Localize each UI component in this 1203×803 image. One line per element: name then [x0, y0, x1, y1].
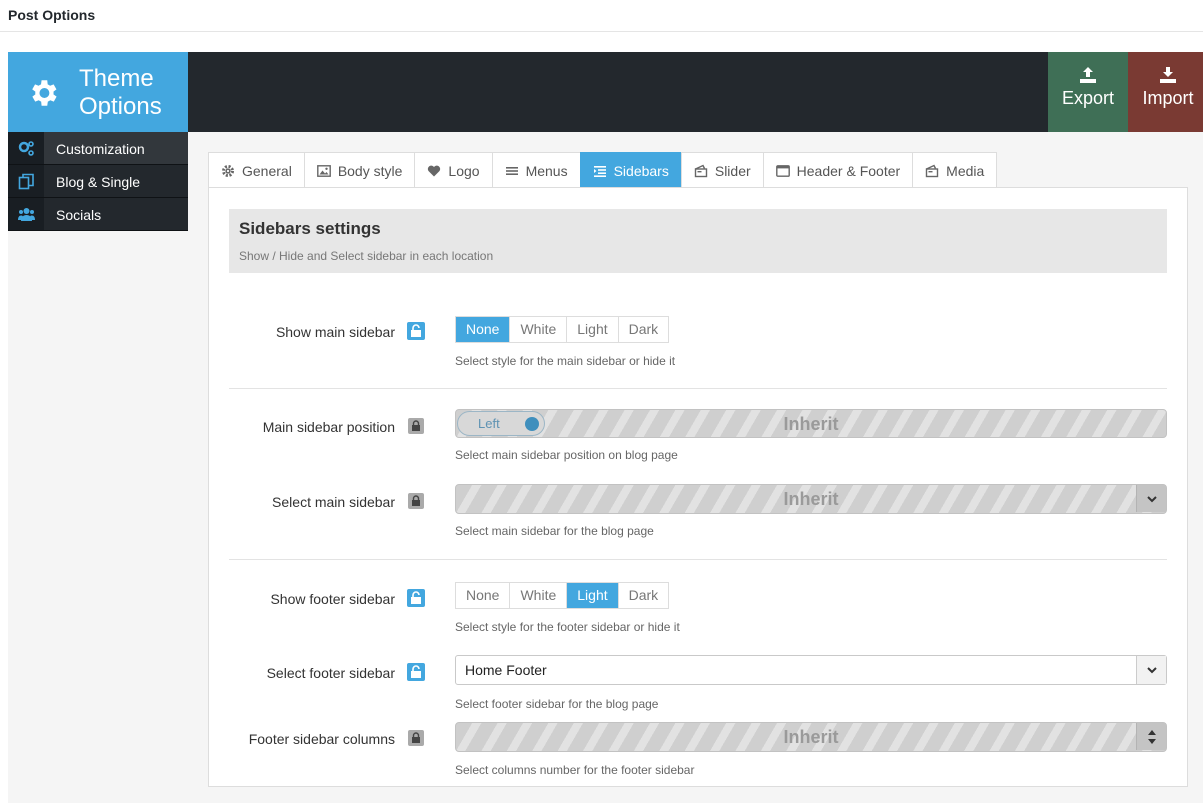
footer-sidebar-select[interactable]: Home Footer	[455, 655, 1167, 685]
brand-name: Theme Options	[79, 65, 162, 120]
main-sidebar-option-dark[interactable]: Dark	[618, 317, 669, 342]
footer-sidebar-option-light[interactable]: Light	[567, 583, 619, 608]
unlock-icon[interactable]	[407, 663, 425, 681]
main-sidebar-style-group: None White Light Dark	[455, 316, 670, 343]
tab-body-style[interactable]: Body style	[303, 152, 416, 188]
footer-sidebar-option-white[interactable]: White	[510, 583, 568, 608]
section-subtitle: Show / Hide and Select sidebar in each l…	[239, 249, 494, 263]
users-icon	[18, 208, 35, 221]
slider-icon	[694, 164, 708, 177]
spinner-arrows-icon[interactable]	[1136, 723, 1166, 750]
select-footer-sidebar-desc: Select footer sidebar for the blog page	[455, 697, 659, 711]
footer-sidebar-columns-desc: Select columns number for the footer sid…	[455, 763, 695, 777]
export-button[interactable]: Export	[1048, 52, 1128, 132]
show-main-sidebar-desc: Select style for the main sidebar or hid…	[455, 354, 676, 368]
divider	[229, 559, 1167, 560]
brand: Theme Options	[8, 52, 188, 132]
tab-general[interactable]: General	[208, 152, 305, 188]
section-header: Sidebars settings Show / Hide and Select…	[229, 209, 1167, 273]
divider	[229, 388, 1167, 389]
select-footer-sidebar-label: Select footer sidebar	[266, 665, 395, 681]
download-icon	[1160, 67, 1176, 83]
main-sidebar-option-light[interactable]: Light	[567, 317, 619, 342]
main-sidebar-select[interactable]: Inherit	[455, 484, 1167, 514]
chevron-down-icon[interactable]	[1136, 656, 1166, 684]
footer-columns-stepper[interactable]: Inherit	[455, 722, 1167, 752]
media-icon	[925, 164, 939, 177]
tab-logo[interactable]: Logo	[414, 152, 493, 188]
gears-icon	[18, 141, 34, 156]
tab-sidebars[interactable]: Sidebars	[579, 152, 682, 188]
chevron-down-icon[interactable]	[1136, 485, 1166, 512]
main-sidebar-position-desc: Select main sidebar position on blog pag…	[455, 448, 678, 462]
footer-sidebar-option-none[interactable]: None	[456, 583, 511, 608]
gear-icon	[222, 164, 234, 177]
select-main-sidebar-label: Select main sidebar	[272, 494, 395, 510]
main-sidebar-position-field[interactable]: Left Inherit	[455, 409, 1167, 438]
upload-icon	[1080, 67, 1096, 83]
import-button[interactable]: Import	[1128, 52, 1203, 132]
tab-header-footer[interactable]: Header & Footer	[762, 152, 914, 188]
tab-slider[interactable]: Slider	[680, 152, 764, 188]
section-title: Sidebars settings	[239, 219, 381, 238]
unlock-icon[interactable]	[407, 589, 425, 607]
sidebar-nav: Customization Blog & Single Socials	[8, 132, 188, 231]
tab-bar: General Body style Logo Menus Sidebars S…	[208, 152, 998, 188]
show-footer-sidebar-desc: Select style for the footer sidebar or h…	[455, 620, 680, 634]
tab-menus[interactable]: Menus	[491, 152, 581, 188]
show-footer-sidebar-label: Show footer sidebar	[270, 591, 395, 607]
lock-icon[interactable]	[408, 730, 424, 746]
main-sidebar-option-none[interactable]: None	[456, 317, 511, 342]
menu-icon	[505, 166, 518, 175]
show-main-sidebar-label: Show main sidebar	[275, 324, 395, 340]
image-icon	[316, 164, 331, 177]
main-sidebar-position-label: Main sidebar position	[262, 419, 395, 435]
tab-media[interactable]: Media	[912, 152, 998, 188]
gear-icon	[32, 80, 57, 106]
footer-sidebar-style-group: None White Light Dark	[455, 582, 670, 609]
window-icon	[775, 164, 790, 177]
main-sidebar-option-white[interactable]: White	[510, 317, 568, 342]
top-bar: Post Options	[0, 0, 1203, 32]
footer-sidebar-option-dark[interactable]: Dark	[618, 583, 669, 608]
sidebar-item-blog-single[interactable]: Blog & Single	[8, 165, 188, 198]
select-main-sidebar-desc: Select main sidebar for the blog page	[455, 524, 654, 538]
lock-icon[interactable]	[408, 418, 424, 434]
theme-options-panel: Theme Options Export Import Customizatio…	[8, 52, 1203, 803]
lock-icon[interactable]	[408, 493, 424, 509]
sidebar-item-customization[interactable]: Customization	[8, 132, 188, 165]
footer-sidebar-columns-label: Footer sidebar columns	[248, 731, 395, 747]
list-icon	[593, 165, 606, 177]
copy-icon	[18, 173, 34, 190]
sidebars-panel: Sidebars settings Show / Hide and Select…	[208, 187, 1188, 787]
sidebar-item-socials[interactable]: Socials	[8, 198, 188, 231]
page-title: Post Options	[8, 7, 96, 23]
unlock-icon[interactable]	[407, 322, 425, 340]
options-header: Theme Options Export Import	[8, 52, 1203, 132]
heart-icon	[428, 165, 441, 176]
